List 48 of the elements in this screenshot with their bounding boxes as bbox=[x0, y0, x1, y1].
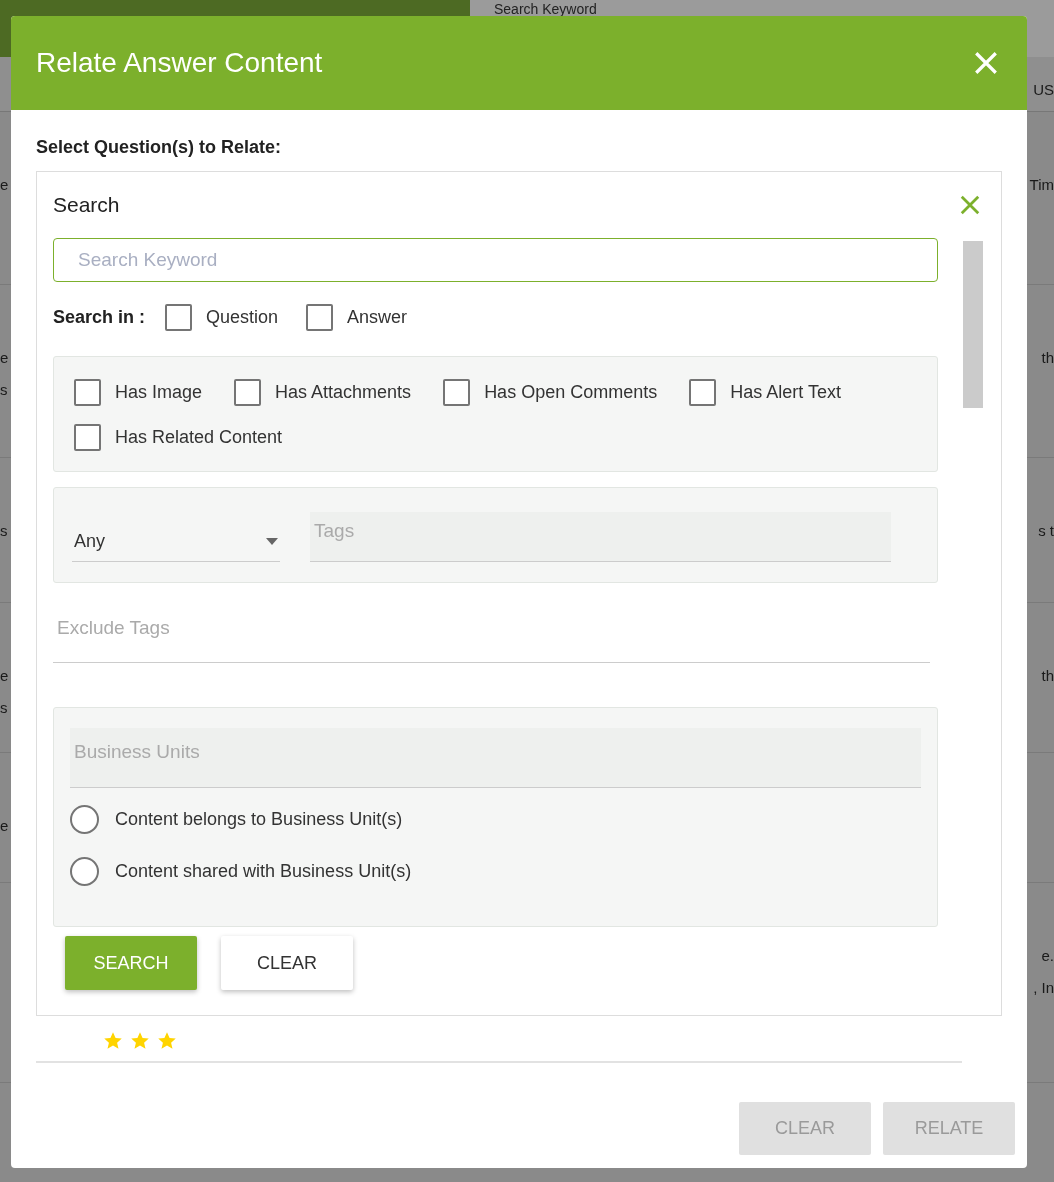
search-in-label: Search in : bbox=[53, 306, 146, 328]
checkbox[interactable]: Has Attachments bbox=[234, 378, 412, 406]
radio-option[interactable]: Content belongs to Business Unit(s) bbox=[70, 799, 921, 840]
background-text: s t bbox=[1038, 522, 1054, 540]
checkbox[interactable]: Has Open Comments bbox=[443, 378, 658, 406]
checkbox[interactable]: Has Image bbox=[74, 378, 203, 406]
background-text: , In bbox=[1033, 979, 1054, 997]
scrollbar[interactable] bbox=[963, 241, 983, 408]
checkbox[interactable]: Has Alert Text bbox=[689, 378, 841, 406]
checkbox[interactable]: Answer bbox=[306, 303, 408, 331]
tab-label[interactable]: US bbox=[1033, 81, 1054, 99]
background-text: e bbox=[0, 667, 9, 685]
radio-option[interactable]: Content shared with Business Unit(s) bbox=[70, 851, 921, 892]
background-text: s bbox=[0, 522, 8, 540]
panel-title: Search bbox=[53, 193, 120, 217]
match-dropdown[interactable]: Any bbox=[72, 521, 280, 562]
background-text: s bbox=[0, 381, 8, 399]
checkbox-box[interactable] bbox=[689, 378, 717, 406]
search-field[interactable]: Search Keyword bbox=[53, 238, 938, 282]
checkbox-box[interactable] bbox=[234, 378, 262, 406]
star-icon bbox=[130, 1031, 150, 1051]
background-text: e bbox=[0, 349, 9, 367]
checkbox-box[interactable] bbox=[74, 423, 101, 451]
background-text: th bbox=[1041, 667, 1054, 685]
checkbox-box[interactable] bbox=[443, 378, 471, 406]
dialog-title: Relate Answer Content bbox=[36, 47, 323, 79]
caret-icon bbox=[266, 537, 278, 545]
close-icon bbox=[959, 194, 981, 216]
background-text: th bbox=[1041, 349, 1054, 367]
business-units-field[interactable]: Business Units bbox=[70, 727, 921, 788]
star-icon bbox=[103, 1031, 123, 1051]
close-icon bbox=[973, 50, 999, 76]
star-icon bbox=[157, 1031, 177, 1051]
radio-circle[interactable] bbox=[70, 805, 99, 835]
checkbox-box[interactable] bbox=[306, 303, 334, 331]
clear-button[interactable]: CLEAR bbox=[221, 936, 353, 990]
radio-circle[interactable] bbox=[70, 857, 99, 887]
background-text: s bbox=[0, 699, 8, 717]
background-text: Tim bbox=[1029, 176, 1054, 194]
background-text: e bbox=[0, 176, 9, 194]
checkbox-box[interactable] bbox=[74, 378, 101, 406]
background-text: e bbox=[0, 817, 9, 835]
checkbox[interactable]: Has Related Content bbox=[74, 423, 283, 451]
background-text: e. bbox=[1041, 947, 1054, 965]
tags-field[interactable]: Tags bbox=[310, 511, 891, 562]
checkbox-box[interactable] bbox=[165, 303, 193, 331]
checkbox[interactable]: Question bbox=[165, 303, 279, 331]
prompt-label: Select Question(s) to Relate: bbox=[36, 137, 283, 158]
